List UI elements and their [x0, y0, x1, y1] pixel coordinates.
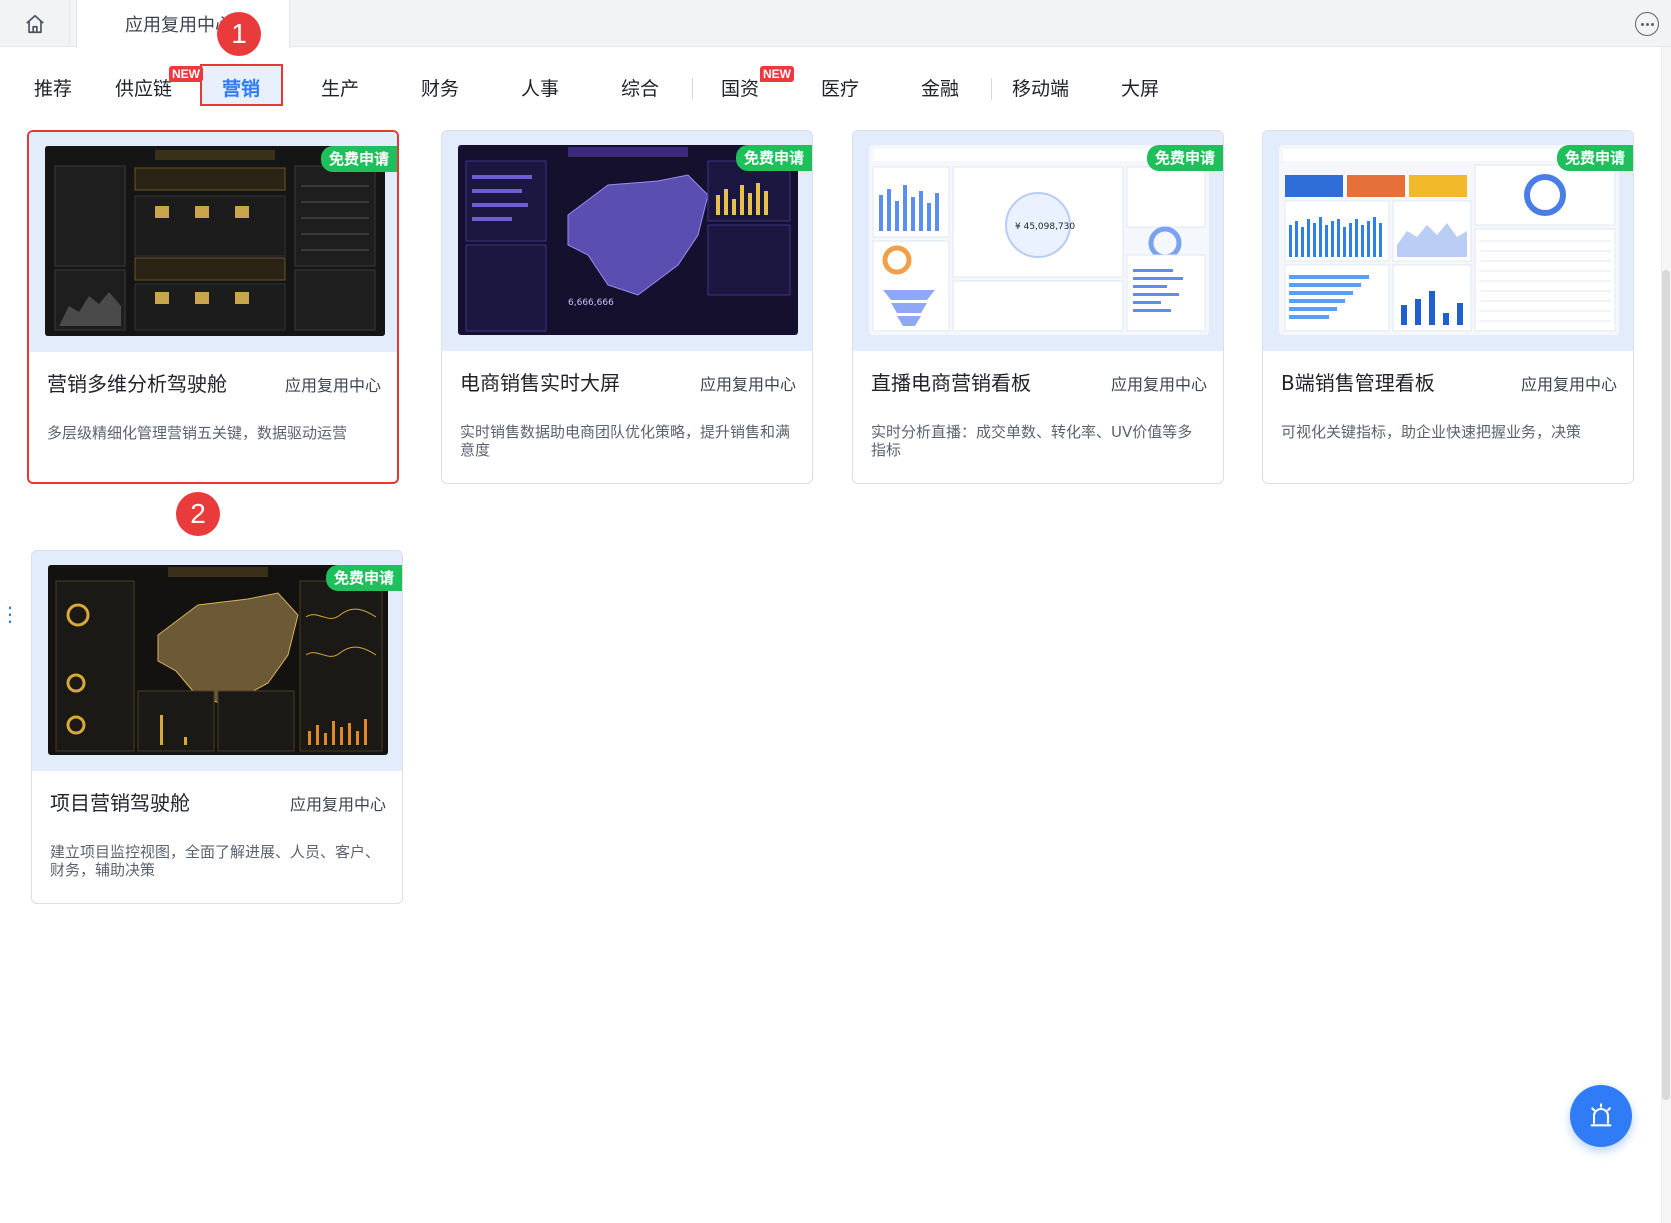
dashboard-preview-image: [48, 565, 388, 755]
free-apply-badge: 免费申请: [1556, 145, 1633, 171]
category-tab-state-assets[interactable]: 国资: [721, 74, 759, 104]
new-badge: NEW: [760, 66, 794, 82]
category-tab-big-screen[interactable]: 大屏: [1121, 74, 1159, 104]
card-description: 多层级精细化管理营销五关键，数据驱动运营: [47, 424, 348, 442]
card-source: 应用复用中心: [1110, 375, 1207, 394]
more-icon-dot: [1645, 22, 1649, 26]
card-title: 电商销售实时大屏: [460, 371, 620, 395]
free-apply-badge: 免费申请: [1146, 145, 1223, 171]
card-description: 实时销售数据助电商团队优化策略，提升销售和满意度: [460, 423, 791, 459]
category-tab-production[interactable]: 生产: [321, 74, 359, 104]
card-title: 项目营销驾驶舱: [50, 791, 190, 815]
dashboard-preview-image: 6,666,666: [458, 145, 798, 335]
category-divider: [991, 78, 992, 100]
more-icon: [1640, 22, 1644, 26]
alarm-bell-icon: [1590, 1103, 1612, 1127]
new-badge: NEW: [169, 66, 203, 82]
annotation-marker-1: 1: [217, 12, 261, 56]
free-apply-badge: 免费申请: [325, 565, 402, 591]
app-card-marketing-cockpit[interactable]: 免费申请 营销多维分析驾驶舱 应用复用中心 多层级精细化管理营销五关键，数据驱动…: [27, 130, 399, 484]
app-card-live-commerce[interactable]: ¥ 45,098,730 免费申请 直播电商营销看板 应用复用中心 实时分析直播…: [852, 130, 1224, 484]
annotation-marker-2: 2: [176, 492, 220, 536]
card-title: 营销多维分析驾驶舱: [47, 372, 227, 396]
home-icon: [25, 14, 44, 33]
card-description: 实时分析直播：成交单数、转化率、UV价值等多指标: [871, 423, 1193, 459]
card-title: 直播电商营销看板: [871, 371, 1031, 395]
category-tab-finance-industry[interactable]: 金融: [921, 74, 959, 104]
home-button[interactable]: [0, 0, 70, 47]
category-tab-finance[interactable]: 财务: [421, 74, 459, 104]
category-tab-supply-chain[interactable]: 供应链: [115, 74, 172, 104]
app-card-project-marketing[interactable]: 免费申请 项目营销驾驶舱 应用复用中心 建立项目监控视图，全面了解进展、人员、客…: [31, 550, 403, 904]
svg-text:6,666,666: 6,666,666: [568, 298, 614, 308]
category-tab-general[interactable]: 综合: [621, 74, 659, 104]
card-source: 应用复用中心: [699, 375, 796, 394]
app-card-b2b-sales[interactable]: 免费申请 B端销售管理看板 应用复用中心 可视化关键指标，助企业快速把握业务，决…: [1262, 130, 1634, 484]
more-icon-dot: [1650, 22, 1654, 26]
more-options-button[interactable]: [1635, 12, 1659, 36]
dashboard-preview-image: [45, 146, 385, 336]
card-source: 应用复用中心: [1520, 375, 1617, 394]
floating-alarm-button[interactable]: [1570, 1085, 1632, 1147]
dashboard-preview-image: ¥ 45,098,730: [869, 145, 1209, 335]
category-tab-marketing[interactable]: 营销: [222, 74, 260, 104]
dashboard-preview-image: [1279, 145, 1619, 335]
free-apply-badge: 免费申请: [320, 146, 397, 172]
free-apply-badge: 免费申请: [735, 145, 812, 171]
card-source: 应用复用中心: [289, 795, 386, 814]
category-nav: 推荐 供应链 NEW 营销 生产 财务 人事 综合 国资 NEW 医疗 金融 移…: [0, 60, 1671, 116]
card-source: 应用复用中心: [284, 376, 381, 395]
card-title: B端销售管理看板: [1281, 371, 1435, 395]
vertical-scrollbar-thumb[interactable]: [1662, 270, 1670, 1100]
card-description: 建立项目监控视图，全面了解进展、人员、客户、财务，辅助决策: [50, 843, 381, 879]
left-edge-indicator: ⋮: [0, 602, 20, 626]
svg-text:¥ 45,098,730: ¥ 45,098,730: [1015, 222, 1075, 232]
category-tab-recommend[interactable]: 推荐: [34, 74, 72, 104]
app-card-ecommerce-realtime[interactable]: 6,666,666 免费申请 电商销售实时大屏 应用复用中心 实时销售数据助电商…: [441, 130, 813, 484]
category-tab-mobile[interactable]: 移动端: [1012, 74, 1069, 104]
card-description: 可视化关键指标，助企业快速把握业务，决策: [1281, 423, 1582, 441]
category-divider: [692, 78, 693, 100]
category-tab-hr[interactable]: 人事: [521, 74, 559, 104]
category-tab-medical[interactable]: 医疗: [821, 74, 859, 104]
